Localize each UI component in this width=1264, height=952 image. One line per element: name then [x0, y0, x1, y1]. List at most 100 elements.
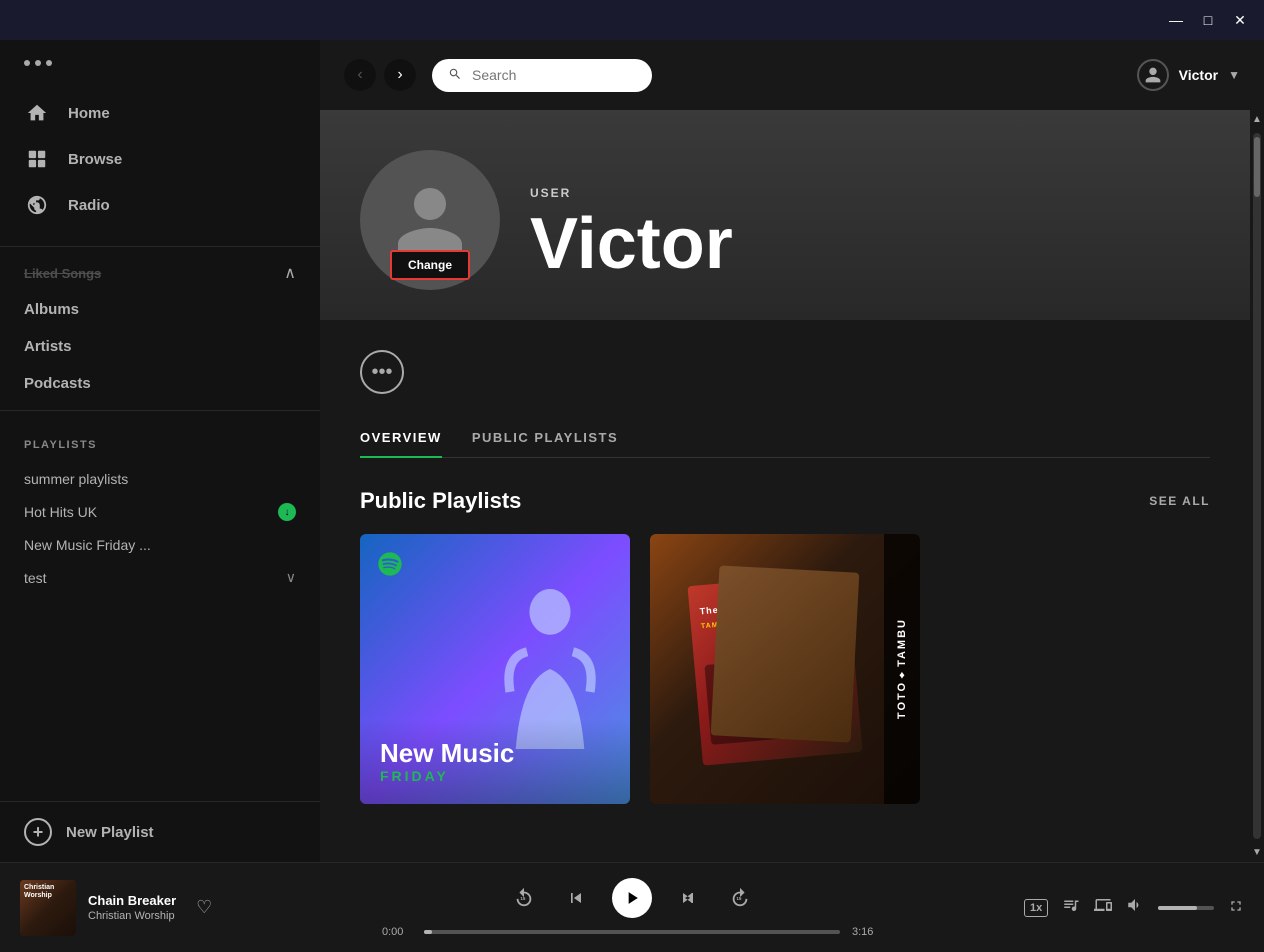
volume-slider[interactable] — [1158, 906, 1214, 910]
sidebar-item-home[interactable]: Home — [24, 90, 296, 136]
player-artist-name: Christian Worship — [88, 910, 176, 922]
card-blue-inner: New Music FRIDAY — [360, 534, 630, 804]
main-content: ‹ › Victor ▼ — [320, 40, 1264, 862]
tambu-visual: The Never Be A Lie TAMBU by TOTO — [685, 559, 885, 779]
player-controls: 15 — [260, 878, 1004, 938]
playlist-item-summer[interactable]: summer playlists — [0, 463, 320, 495]
spotify-logo-icon — [376, 550, 404, 578]
album-art-text: ChristianWorship — [24, 884, 54, 901]
skip-next-button[interactable] — [672, 882, 704, 914]
change-photo-button[interactable]: Change — [390, 250, 470, 280]
expand-button[interactable] — [1228, 898, 1244, 917]
playlist-item-test[interactable]: test ∨ — [0, 561, 320, 594]
player-album-art: ChristianWorship — [20, 880, 76, 936]
sidebar-item-radio[interactable]: Radio — [24, 182, 296, 228]
search-icon — [448, 67, 462, 84]
profile-info: USER Victor — [530, 186, 1210, 290]
profile-avatar-wrap: Change — [360, 150, 500, 290]
liked-songs-label: Liked Songs — [24, 266, 101, 281]
playlist-summer-label: summer playlists — [24, 471, 128, 487]
user-name: Victor — [1179, 67, 1218, 83]
back-button[interactable]: ‹ — [344, 59, 376, 91]
playlist-item-newmusic[interactable]: New Music Friday ... — [0, 529, 320, 561]
play-button[interactable] — [612, 878, 652, 918]
profile-header: Change USER Victor — [320, 110, 1250, 320]
more-options-button[interactable]: ••• — [360, 350, 404, 394]
radio-icon — [24, 192, 50, 218]
playlists-header: PLAYLISTS — [0, 419, 320, 463]
forward-button[interactable]: › — [384, 59, 416, 91]
sidebar-item-artists[interactable]: Artists — [0, 328, 320, 365]
sidebar-item-browse-label: Browse — [68, 151, 122, 168]
skip-prev-button[interactable] — [560, 882, 592, 914]
sidebar-spacer — [0, 594, 320, 801]
scroll-track[interactable] — [1253, 133, 1261, 839]
chevron-up-icon: ∧ — [284, 263, 296, 283]
sidebar-divider-2 — [0, 410, 320, 411]
new-playlist-button[interactable]: + New Playlist — [0, 801, 320, 862]
right-scrollbar[interactable]: ▲ ▼ — [1250, 110, 1264, 862]
album-art-inner: ChristianWorship — [20, 880, 76, 936]
dot1 — [24, 60, 30, 66]
tab-overview[interactable]: OVERVIEW — [360, 422, 442, 457]
home-icon — [24, 100, 50, 126]
user-avatar-icon — [1137, 59, 1169, 91]
speed-button[interactable]: 1x — [1024, 899, 1048, 917]
playlist-card-newmusic[interactable]: New Music FRIDAY — [360, 534, 630, 804]
dot3 — [46, 60, 52, 66]
player-track: ChristianWorship Chain Breaker Christian… — [20, 880, 240, 936]
scroll-up-arrow[interactable]: ▲ — [1248, 110, 1264, 129]
search-input[interactable] — [472, 67, 636, 83]
dots-menu[interactable] — [24, 60, 296, 66]
tambu-text-overlay: TOTO♦TAMBU — [884, 534, 920, 804]
tab-public-playlists[interactable]: PUBLIC PLAYLISTS — [472, 422, 618, 457]
scroll-thumb[interactable] — [1254, 137, 1260, 197]
sidebar-item-radio-label: Radio — [68, 197, 110, 214]
volume-fill — [1158, 906, 1197, 910]
controls-row: 15 — [508, 878, 756, 918]
playlist-item-hothits[interactable]: Hot Hits UK ↓ — [0, 495, 320, 529]
maximize-button[interactable]: □ — [1192, 6, 1224, 34]
close-button[interactable]: ✕ — [1224, 6, 1256, 34]
nav-arrows: ‹ › — [344, 59, 416, 91]
player: ChristianWorship Chain Breaker Christian… — [0, 862, 1264, 952]
liked-songs-header[interactable]: Liked Songs ∧ — [24, 255, 296, 291]
search-bar[interactable] — [432, 59, 652, 92]
user-profile[interactable]: Victor ▼ — [1137, 59, 1240, 91]
chevron-right-icon: ∨ — [286, 569, 296, 586]
forward-15-button[interactable]: 15 — [724, 882, 756, 914]
card-text-overlay: New Music FRIDAY — [360, 719, 630, 804]
chevron-down-icon: ▼ — [1228, 68, 1240, 82]
new-playlist-label: New Playlist — [66, 824, 154, 841]
book-back — [711, 565, 860, 742]
progress-bar[interactable] — [424, 930, 840, 934]
devices-icon[interactable] — [1094, 896, 1112, 919]
browse-icon — [24, 146, 50, 172]
heart-button[interactable]: ♡ — [196, 897, 212, 918]
playlist-test-label: test — [24, 570, 47, 586]
rewind-15-button[interactable]: 15 — [508, 882, 540, 914]
playlist-card-tambu[interactable]: The Never Be A Lie TAMBU by TOTO — [650, 534, 920, 804]
progress-row: 0:00 3:16 — [382, 926, 882, 938]
top-bar: ‹ › Victor ▼ — [320, 40, 1264, 110]
progress-fill — [424, 930, 432, 934]
title-bar: — □ ✕ — [0, 0, 1264, 40]
sidebar: Home Browse — [0, 40, 320, 862]
download-badge: ↓ — [278, 503, 296, 521]
podcasts-label: Podcasts — [24, 375, 91, 392]
dot2 — [35, 60, 41, 66]
main-inner: Change USER Victor ••• OVERVIEW PUBLIC P… — [320, 110, 1250, 862]
queue-icon[interactable] — [1062, 896, 1080, 919]
volume-icon[interactable] — [1126, 896, 1144, 919]
sidebar-item-albums[interactable]: Albums — [0, 291, 320, 328]
minimize-button[interactable]: — — [1160, 6, 1192, 34]
albums-label: Albums — [24, 301, 79, 318]
scroll-down-arrow[interactable]: ▼ — [1248, 843, 1264, 862]
artists-label: Artists — [24, 338, 72, 355]
sidebar-item-browse[interactable]: Browse — [24, 136, 296, 182]
player-info: Chain Breaker Christian Worship — [88, 893, 176, 922]
see-all-button[interactable]: SEE ALL — [1149, 494, 1210, 508]
sidebar-item-podcasts[interactable]: Podcasts — [0, 365, 320, 402]
current-time: 0:00 — [382, 926, 412, 938]
sidebar-top: Home Browse — [0, 40, 320, 238]
